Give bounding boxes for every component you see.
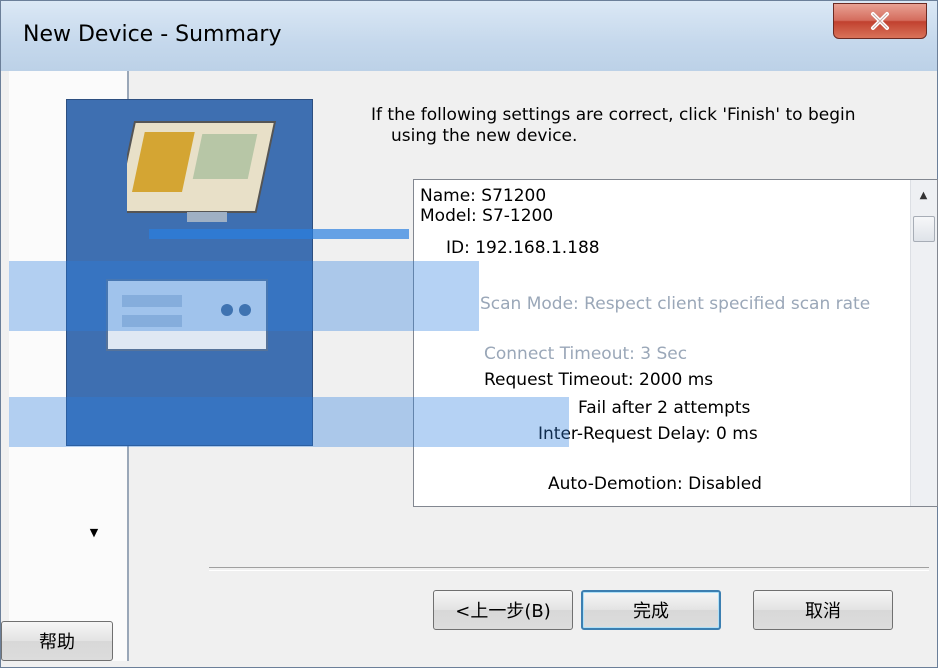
close-icon <box>871 12 889 30</box>
title-bar: New Device - Summary <box>1 1 937 71</box>
render-artifact <box>9 261 479 331</box>
finish-button[interactable]: 完成 <box>581 590 721 630</box>
button-separator <box>209 567 929 571</box>
summary-auto-demotion: Auto-Demotion: Disabled <box>548 474 762 494</box>
intro-line-2: using the new device. <box>391 126 578 146</box>
render-artifact <box>149 229 409 239</box>
back-button[interactable]: <上一步(B) <box>433 590 573 630</box>
new-device-summary-dialog: New Device - Summary ▼ If the following … <box>0 0 938 668</box>
close-button[interactable] <box>833 3 927 39</box>
summary-list[interactable]: Name: S71200 Model: S7-1200 ID: 192.168.… <box>413 179 938 507</box>
monitor-icon <box>127 121 277 222</box>
intro-line-1: If the following settings are correct, c… <box>371 105 856 125</box>
cancel-button[interactable]: 取消 <box>753 590 893 630</box>
help-button[interactable]: 帮助 <box>1 621 113 661</box>
intro-text: If the following settings are correct, c… <box>371 105 938 147</box>
summary-fail-attempts: Fail after 2 attempts <box>578 398 751 418</box>
summary-request-delay: Inter-Request Delay: 0 ms <box>538 424 758 444</box>
summary-scan-mode: Scan Mode: Respect client specified scan… <box>480 294 871 314</box>
summary-id: ID: 192.168.1.188 <box>446 238 600 258</box>
scroll-up-icon[interactable]: ▲ <box>912 182 935 208</box>
dialog-content: ▼ If the following settings are correct,… <box>1 71 938 661</box>
render-artifact <box>9 397 569 447</box>
chevron-down-icon[interactable]: ▼ <box>81 519 107 545</box>
window-title: New Device - Summary <box>23 22 282 47</box>
summary-connect-timeout: Connect Timeout: 3 Sec <box>484 344 688 364</box>
summary-name: Name: S71200 <box>420 186 547 206</box>
summary-model: Model: S7-1200 <box>420 206 554 226</box>
scroll-thumb[interactable] <box>913 216 935 242</box>
summary-scrollbar[interactable]: ▲ <box>910 180 937 506</box>
summary-request-timeout: Request Timeout: 2000 ms <box>484 370 714 390</box>
